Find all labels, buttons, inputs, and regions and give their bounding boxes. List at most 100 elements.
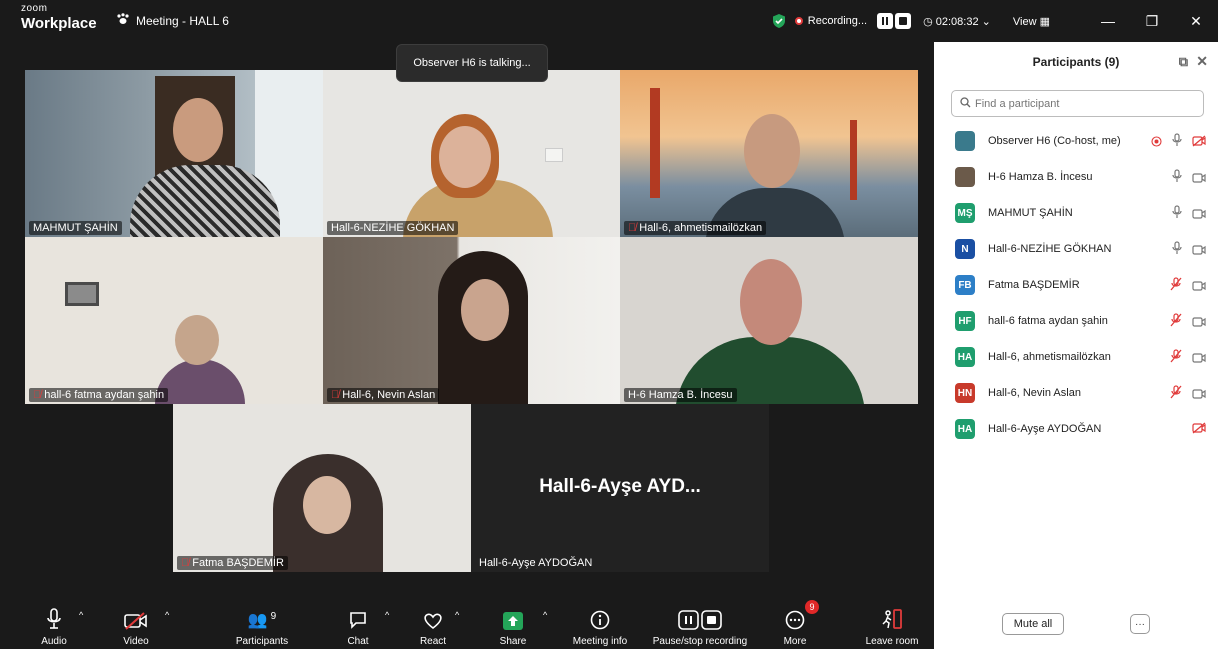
participant-search-input[interactable] [975, 97, 1175, 110]
avatar [955, 167, 975, 187]
participant-name: Hall-6-Ayşe AYDOĞAN [988, 423, 1102, 435]
view-button[interactable]: View ▦ [1013, 15, 1050, 28]
tile-name-label: 🎙̸ Hall-6, ahmetismailözkan [624, 221, 767, 235]
pause-stop-icon [678, 610, 722, 630]
participant-row[interactable]: HA Hall-6, ahmetismailözkan [934, 339, 1218, 375]
recording-indicator[interactable]: Recording... [794, 15, 867, 27]
tile-name-label: Hall-6-NEZİHE GÖKHAN [327, 221, 459, 235]
microphone-icon[interactable] [1172, 133, 1182, 152]
panel-more-button[interactable]: ··· [1130, 614, 1150, 634]
heart-icon [424, 613, 442, 630]
avatar: N [955, 239, 975, 259]
mic-muted-icon: 🎙̸ [628, 222, 637, 234]
camera-icon[interactable] [1192, 242, 1206, 260]
meeting-title-text: Meeting - HALL 6 [136, 13, 229, 28]
participant-row[interactable]: MŞ MAHMUT ŞAHİN [934, 195, 1218, 231]
video-tile[interactable]: 🎙̸ Hall-6, Nevin Aslan [323, 237, 620, 404]
audio-label: Audio [41, 636, 67, 647]
mic-muted-icon: 🎙̸ [33, 389, 42, 401]
grid-icon: ▦ [1039, 15, 1050, 28]
pause-recording-icon[interactable] [877, 13, 894, 29]
react-button[interactable]: React [418, 598, 448, 649]
microphone-icon[interactable] [1172, 205, 1182, 224]
participant-search[interactable] [951, 90, 1204, 117]
participant-row[interactable]: HA Hall-6-Ayşe AYDOĞAN [934, 411, 1218, 447]
participant-name: Hall-6, Nevin Aslan [988, 387, 1081, 399]
pause-stop-recording-button[interactable]: Pause/stop recording [648, 598, 752, 649]
mic-muted-icon[interactable] [1170, 349, 1182, 368]
participant-name: H-6 Hamza B. İncesu [988, 171, 1093, 183]
camera-icon[interactable] [1192, 278, 1206, 296]
minimize-button[interactable]: — [1086, 0, 1130, 42]
recording-status-icon [1151, 134, 1162, 152]
participant-head [173, 98, 223, 162]
video-tile[interactable]: Hall-6-Ayşe AYD... Hall-6-Ayşe AYDOĞAN [471, 404, 769, 572]
leave-room-button[interactable]: Leave room [862, 598, 922, 649]
audio-button[interactable]: Audio [36, 598, 72, 649]
participant-row[interactable]: H-6 Hamza B. İncesu [934, 159, 1218, 195]
microphone-icon[interactable] [1172, 241, 1182, 260]
camera-icon[interactable] [1192, 170, 1206, 188]
close-button[interactable]: ✕ [1174, 0, 1218, 42]
tile-name-text: Hall-6-NEZİHE GÖKHAN [331, 222, 455, 234]
mute-all-button[interactable]: Mute all [1002, 613, 1064, 635]
pop-out-icon[interactable]: ⧉ [1179, 54, 1188, 70]
avatar: HA [955, 419, 975, 439]
share-options-caret[interactable]: ^ [543, 610, 547, 620]
restore-button[interactable]: ❐ [1130, 0, 1174, 42]
microphone-icon [47, 608, 61, 629]
participant-status-icons [1170, 313, 1206, 332]
participant-head [439, 126, 491, 188]
chat-options-caret[interactable]: ^ [385, 610, 389, 620]
meeting-toolbar: Audio ^ Video ^ 👥 9 Participants Chat ^ R… [0, 598, 934, 649]
meeting-info-button[interactable]: Meeting info [569, 598, 631, 649]
chat-button[interactable]: Chat [343, 598, 373, 649]
meeting-title[interactable]: Meeting - HALL 6 [116, 13, 229, 28]
microphone-icon[interactable] [1172, 169, 1182, 188]
meeting-timer[interactable]: ◷ 02:08:32 ⌄ [923, 15, 991, 28]
video-tile[interactable]: Hall-6-NEZİHE GÖKHAN [323, 70, 620, 237]
mic-muted-icon[interactable] [1170, 313, 1182, 332]
react-options-caret[interactable]: ^ [455, 610, 459, 620]
participant-name: MAHMUT ŞAHİN [988, 207, 1073, 219]
camera-icon[interactable] [1192, 386, 1206, 404]
video-options-caret[interactable]: ^ [165, 610, 169, 620]
tile-name-text: Hall-6, Nevin Aslan [342, 389, 436, 401]
camera-icon[interactable] [1192, 206, 1206, 224]
timer-text: 02:08:32 [935, 15, 979, 28]
participants-button[interactable]: 👥 9 Participants [232, 598, 292, 649]
participant-status-icons [1170, 385, 1206, 404]
participant-row[interactable]: HF hall-6 fatma aydan şahin [934, 303, 1218, 339]
video-tile[interactable]: 🎙̸ Hall-6, ahmetismailözkan [620, 70, 918, 237]
stop-recording-icon[interactable] [895, 13, 912, 29]
participant-status-icons [1172, 241, 1206, 260]
participant-row[interactable]: Observer H6 (Co-host, me) [934, 123, 1218, 159]
participant-row[interactable]: HN Hall-6, Nevin Aslan [934, 375, 1218, 411]
participants-icon: 👥 [247, 612, 268, 629]
camera-icon[interactable] [1192, 350, 1206, 368]
video-off-name: Hall-6-Ayşe AYD... [539, 476, 701, 497]
close-panel-icon[interactable]: ✕ [1196, 53, 1208, 70]
participant-figure [155, 359, 245, 404]
video-tile[interactable]: 🎙̸ hall-6 fatma aydan şahin [25, 237, 323, 404]
video-tile[interactable]: 🎙̸ Fatma BAŞDEMİR [173, 404, 471, 572]
audio-options-caret[interactable]: ^ [79, 610, 83, 620]
mic-muted-icon[interactable] [1170, 385, 1182, 404]
camera-off-icon[interactable] [1192, 421, 1206, 439]
share-button[interactable]: Share [498, 598, 528, 649]
video-tile[interactable]: H-6 Hamza B. İncesu [620, 237, 918, 404]
video-button[interactable]: Video [118, 598, 154, 649]
camera-off-icon [124, 612, 147, 630]
participant-row[interactable]: FB Fatma BAŞDEMİR [934, 267, 1218, 303]
camera-icon[interactable] [1192, 314, 1206, 332]
mic-muted-icon[interactable] [1170, 277, 1182, 296]
paw-icon [116, 13, 130, 28]
camera-off-icon[interactable] [1192, 134, 1206, 152]
participant-name: Hall-6-NEZİHE GÖKHAN [988, 243, 1112, 255]
participant-row[interactable]: N Hall-6-NEZİHE GÖKHAN [934, 231, 1218, 267]
tile-name-label: H-6 Hamza B. İncesu [624, 388, 737, 402]
video-tile[interactable]: MAHMUT ŞAHİN [25, 70, 323, 237]
wall-socket [545, 148, 563, 162]
encryption-shield-icon[interactable] [771, 13, 787, 29]
avatar: FB [955, 275, 975, 295]
